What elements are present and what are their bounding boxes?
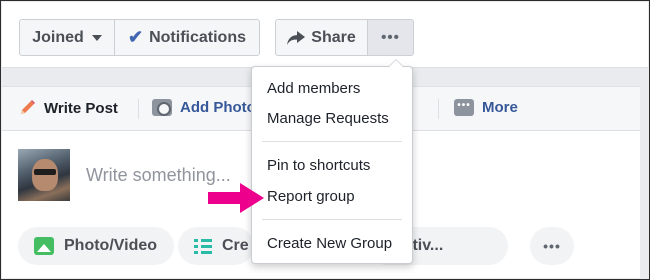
menu-divider	[262, 141, 402, 142]
tab-divider	[438, 99, 439, 119]
menu-item-add-members[interactable]: Add members	[267, 80, 360, 97]
tab-divider	[138, 99, 139, 119]
joined-button[interactable]: Joined	[19, 19, 115, 56]
tab-write-post[interactable]: Write Post	[18, 99, 118, 117]
tab-add-photo[interactable]: Add Photo	[152, 99, 256, 116]
avatar-glasses	[34, 169, 56, 175]
menu-item-report-group[interactable]: Report group	[267, 188, 355, 205]
photo-video-button[interactable]: Photo/Video	[18, 227, 174, 265]
menu-divider	[262, 219, 402, 220]
notifications-button[interactable]: ✔ Notifications	[114, 19, 260, 56]
create-label: Cre	[222, 237, 249, 254]
photo-icon	[34, 237, 54, 255]
camera-icon	[152, 99, 172, 116]
more-chip-button[interactable]: •••	[530, 227, 574, 265]
more-box-icon: •••	[454, 99, 474, 116]
checkmark-icon: ✔	[128, 27, 144, 47]
photo-video-label: Photo/Video	[64, 237, 158, 254]
create-button[interactable]: Cre	[178, 227, 254, 265]
more-dots-icon: •••	[381, 29, 400, 46]
chevron-down-icon	[91, 34, 102, 41]
notifications-label: Notifications	[149, 28, 246, 46]
pencil-icon	[21, 100, 35, 114]
group-header-bar: Joined ✔ Notifications Share •••	[2, 2, 648, 68]
tab-add-photo-label: Add Photo	[180, 99, 256, 116]
tab-more-label: More	[482, 99, 518, 116]
joined-label: Joined	[32, 28, 84, 46]
menu-item-pin-to-shortcuts[interactable]: Pin to shortcuts	[267, 157, 370, 174]
more-options-menu: Add members Manage Requests Pin to short…	[251, 59, 413, 264]
avatar-face	[32, 159, 58, 191]
avatar[interactable]	[18, 149, 70, 201]
list-icon	[194, 238, 212, 254]
share-label: Share	[311, 28, 356, 46]
tab-write-post-label: Write Post	[44, 99, 118, 117]
more-dots-icon: •••	[543, 238, 561, 254]
menu-item-manage-requests[interactable]: Manage Requests	[267, 110, 389, 127]
more-options-button[interactable]: •••	[367, 19, 414, 56]
menu-item-create-new-group[interactable]: Create New Group	[267, 235, 392, 252]
pointer-arrow-icon	[208, 183, 264, 213]
share-arrow-icon	[287, 30, 306, 45]
share-button[interactable]: Share	[275, 19, 368, 56]
tab-more[interactable]: ••• More	[454, 99, 518, 116]
